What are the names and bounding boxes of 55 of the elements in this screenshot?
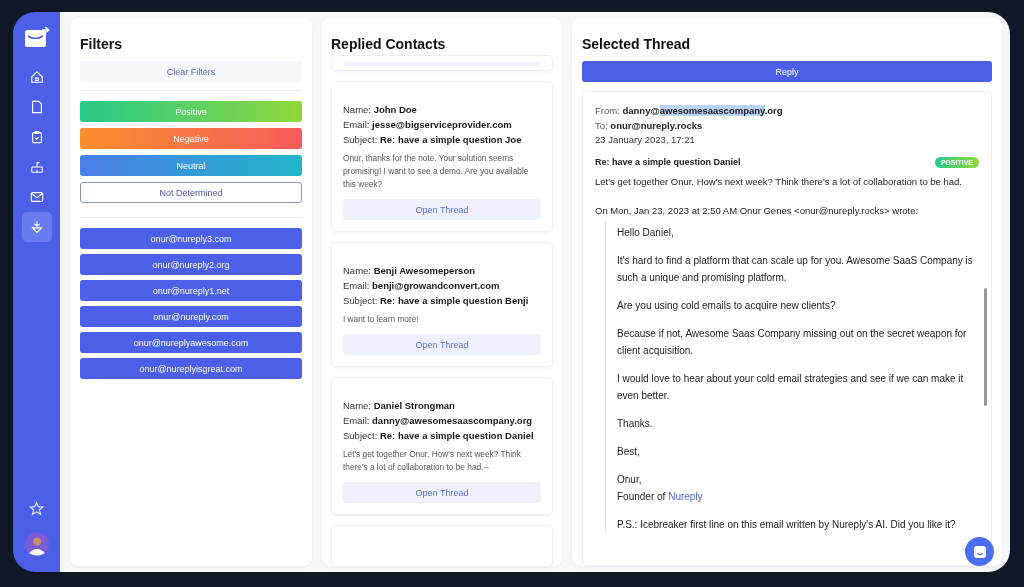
nav-download-icon[interactable] <box>21 212 52 242</box>
clear-filters-button[interactable]: Clear Filters <box>80 61 302 82</box>
quoted-paragraph: It's hard to find a platform that can scale up for you. Awesome SaaS Company is such a unique and promising platform. <box>617 253 974 285</box>
from-label: From: <box>595 105 620 116</box>
panel-title: Filters <box>80 36 123 52</box>
account-filter-button[interactable]: onur@nureplyisgreat.com <box>80 358 302 379</box>
reply-snippet: Onur, thanks for the note. Your solution seems promising! I want to see a demo. Are you available this week? <box>343 152 530 191</box>
account-filter-button[interactable]: onur@nureply2.org <box>80 254 302 275</box>
chat-icon <box>971 543 988 560</box>
account-filter-button[interactable]: onur@nureply.com <box>80 306 302 327</box>
panel-title: Selected Thread <box>582 36 692 52</box>
quoted-paragraph: Are you using cold emails to acquire new clients? <box>617 298 837 313</box>
sentiment-filter-button[interactable]: Neutral <box>80 155 302 176</box>
avatar-icon[interactable] <box>24 532 49 556</box>
contact-email: Email: benji@growandconvert.com <box>343 279 501 293</box>
sentiment-filter-button[interactable]: Not Determined <box>80 182 302 203</box>
sentiment-filter-button[interactable]: Negative <box>80 128 302 149</box>
signature-title: Founder of <box>617 490 666 502</box>
star-icon[interactable] <box>29 501 44 516</box>
company-link[interactable]: Nureply <box>668 490 703 502</box>
contact-subject: Subject: Re: have a simple question Benji <box>343 294 530 308</box>
reply-snippet: Let's get together Onur. How's next week? Think there's a lot of collaboration to be had.-- <box>343 448 522 474</box>
contact-name: Name: Benji Awesomeperson <box>343 264 476 278</box>
quoted-paragraph: Best, <box>617 444 641 459</box>
signature-name: Onur, <box>617 472 643 487</box>
contact-name: Name: Daniel Strongman <box>343 399 456 413</box>
contact-subject: Subject: Re: have a simple question Daniel <box>343 429 535 443</box>
contact-subject: Subject: Re: have a simple question Joe <box>343 133 523 147</box>
chat-button[interactable] <box>965 537 994 566</box>
quoted-paragraph: Thanks. <box>617 416 654 431</box>
reply-button[interactable]: Reply <box>582 61 992 82</box>
logo-icon <box>23 26 50 48</box>
account-filter-button[interactable]: onur@nureply3.com <box>80 228 302 249</box>
quoted-paragraph: I would love to hear about your cold email strategies and see if we can make it even better. <box>617 371 965 403</box>
open-thread-button[interactable]: Open Thread <box>343 482 541 503</box>
quoted-paragraph: Because if not, Awesome Saas Company missing out on the secret weapon for client acquisition. <box>617 326 968 358</box>
quote-header: On Mon, Jan 23, 2023 at 2:50 AM Onur Genes <onur@nureply.rocks> wrote: <box>595 203 920 217</box>
contact-name: Name: John Doe <box>343 103 418 117</box>
contact-email: Email: jesse@bigserviceprovider.com <box>343 118 513 132</box>
open-thread-button[interactable]: Open Thread <box>343 199 541 220</box>
message-date: 23 January 2023, 17:21 <box>595 133 696 147</box>
quoted-paragraph: Hello Daniel, <box>617 225 675 240</box>
account-filter-button[interactable]: onur@nureply1.net <box>80 280 302 301</box>
message-body: Let's get together Onur. How's next week? Think there's a lot of collaboration to be had. <box>595 174 963 188</box>
account-filter-button[interactable]: onur@nureplyawesome.com <box>80 332 302 353</box>
sender-address: danny@awesomesaascompany.org <box>622 105 783 116</box>
to-label: To: <box>595 119 608 131</box>
contact-email: Email: danny@awesomesaascompany.org <box>343 414 534 428</box>
message-subject: Re: have a simple question Daniel <box>595 157 741 167</box>
open-thread-button[interactable]: Open Thread <box>343 334 541 355</box>
panel-title: Replied Contacts <box>331 36 447 52</box>
scrollbar-thumb[interactable] <box>984 288 987 406</box>
quoted-paragraph: P.S.: Icebreaker first line on this email written by Nureply's AI. Did you like it? <box>617 517 957 532</box>
recipient-address: onur@nureply.rocks <box>610 119 703 131</box>
reply-snippet: I want to learn more! <box>343 313 420 326</box>
